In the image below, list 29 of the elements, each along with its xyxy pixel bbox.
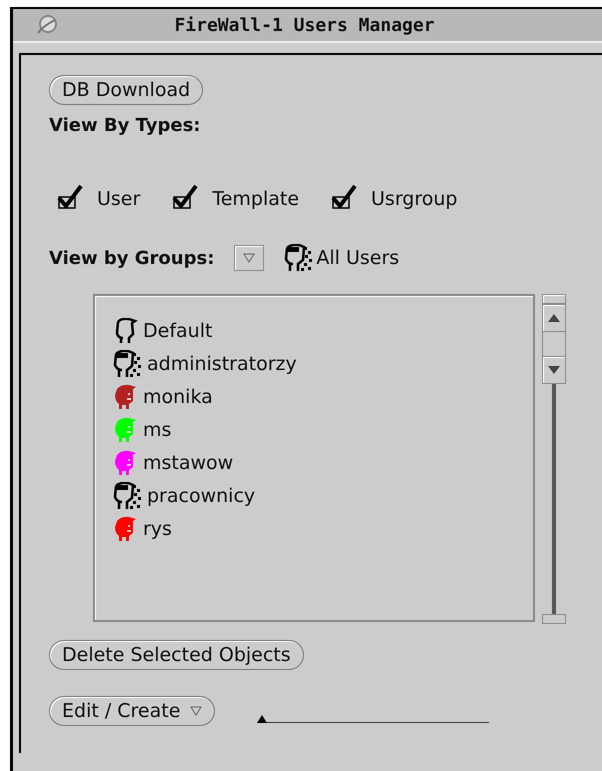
edit-create-button[interactable]: Edit / Create bbox=[49, 696, 216, 726]
dropdown-button[interactable] bbox=[234, 245, 264, 271]
caret-icon bbox=[190, 706, 202, 716]
scrollbar-thumb[interactable] bbox=[542, 332, 566, 356]
list-item-name[interactable]: monika bbox=[143, 386, 213, 408]
delete-selected-button[interactable]: Delete Selected Objects bbox=[49, 640, 304, 670]
list-item-name[interactable]: mstawow bbox=[143, 452, 234, 474]
list-item-name[interactable]: ms bbox=[143, 418, 172, 440]
scrollbar-track[interactable] bbox=[552, 384, 556, 614]
caret-icon bbox=[243, 253, 256, 263]
window-title: FireWall-1 Users Manager bbox=[173, 14, 436, 36]
checkbox[interactable] bbox=[57, 184, 83, 210]
section-label: View by Groups: bbox=[49, 248, 214, 268]
section-label: View By Types: bbox=[49, 115, 202, 136]
checkbox[interactable] bbox=[172, 184, 198, 210]
checkbox-label: Template bbox=[212, 188, 300, 210]
globe-icon[interactable] bbox=[35, 14, 59, 36]
list-item-name[interactable]: administratorzy bbox=[147, 352, 297, 374]
checkbox[interactable] bbox=[331, 184, 358, 210]
db-download-button[interactable]: DB Download bbox=[49, 75, 204, 105]
up-arrow-icon[interactable] bbox=[548, 314, 560, 322]
list-item-name[interactable]: pracownicy bbox=[147, 484, 256, 506]
list-item-name[interactable]: rys bbox=[143, 518, 172, 540]
checkbox-label: User bbox=[97, 188, 140, 210]
checkbox-label: Usrgroup bbox=[371, 188, 458, 210]
down-arrow-icon[interactable] bbox=[548, 366, 560, 374]
list-item-name[interactable]: Default bbox=[143, 320, 212, 342]
scrollbar-cap bbox=[542, 614, 566, 624]
group-selection: All Users bbox=[316, 247, 400, 269]
